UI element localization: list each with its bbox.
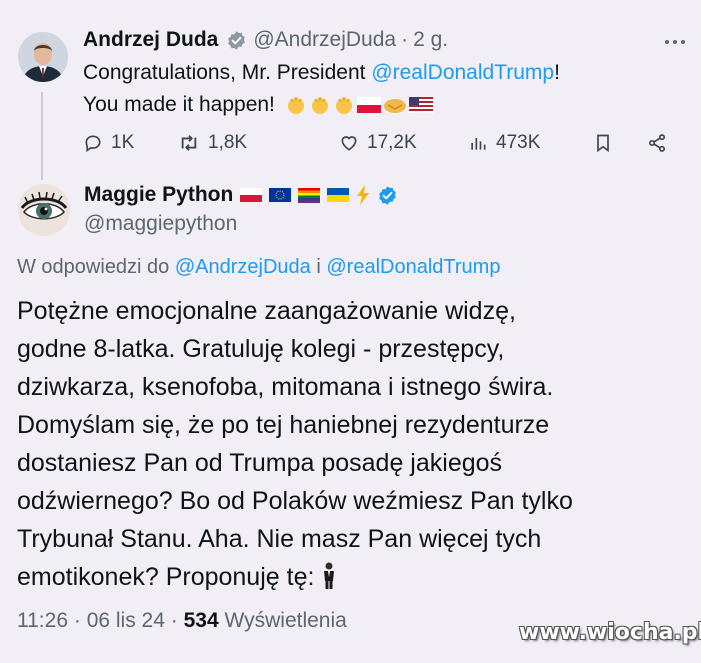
bookmark-button[interactable] bbox=[594, 130, 612, 156]
tweet1-line2-text: You made it happen! bbox=[83, 93, 275, 116]
man-in-suit-icon bbox=[324, 562, 335, 589]
tweet2-time[interactable]: 11:26 bbox=[17, 609, 68, 632]
verified-badge-icon bbox=[226, 30, 247, 51]
tweet2-views-label: Wyświetlenia bbox=[224, 609, 347, 632]
rainbow-flag-icon bbox=[298, 187, 321, 203]
views-count: 473K bbox=[496, 132, 541, 153]
mention-link[interactable]: @realDonaldTrump bbox=[371, 61, 554, 84]
reply-joiner: i bbox=[310, 256, 327, 278]
tweet1-action-bar: 1K 1,8K 17,2K 473K bbox=[83, 130, 683, 156]
bookmark-icon bbox=[597, 134, 609, 153]
tweet2-body: Potężne emocjonalne zaangażowanie widzę,… bbox=[17, 292, 687, 596]
tweet2-views-count: 534 bbox=[183, 609, 219, 632]
more-options-icon[interactable] bbox=[662, 32, 688, 52]
emoji-group bbox=[285, 94, 433, 116]
repost-count: 1,8K bbox=[208, 132, 248, 153]
thread-connector-line bbox=[41, 92, 43, 180]
ukraine-flag-icon bbox=[327, 188, 350, 202]
repost-button[interactable]: 1,8K bbox=[178, 130, 247, 156]
poland-flag-icon bbox=[240, 188, 263, 202]
like-button[interactable]: 17,2K bbox=[339, 130, 417, 156]
repost-icon bbox=[181, 135, 197, 151]
clapping-hands-icon bbox=[287, 97, 304, 115]
tweet2-author-name[interactable]: Maggie Python bbox=[84, 183, 233, 207]
eu-flag-icon bbox=[269, 188, 292, 202]
tweet2-date[interactable]: 06 lis 24 bbox=[87, 609, 165, 632]
tweet1-line1-end: ! bbox=[554, 61, 560, 84]
tweet2-handle[interactable]: @maggiepython bbox=[84, 212, 237, 236]
tweet2-body-line: Domyślam się, że po tej haniebnej rezyde… bbox=[17, 411, 550, 439]
reply-prefix: W odpowiedzi do bbox=[17, 256, 175, 278]
views-button[interactable]: 473K bbox=[468, 130, 540, 156]
andrzej-duda-avatar[interactable] bbox=[18, 32, 68, 82]
reply-context: W odpowiedzi do @AndrzejDuda i @realDona… bbox=[17, 256, 500, 279]
tweet2-body-line: dziwkarza, ksenofoba, mitomana i istnego… bbox=[17, 373, 554, 401]
lightning-bolt-icon bbox=[357, 185, 370, 205]
maggie-python-avatar[interactable] bbox=[18, 184, 70, 236]
tweet2-body-line: odźwiernego? Bo od Polaków weźmiesz Pan … bbox=[17, 487, 573, 515]
separator-dot: · bbox=[170, 609, 178, 632]
separator-dot: · bbox=[401, 28, 409, 51]
tweet2-body-line: godne 8-latka. Gratuluję kolegi - przest… bbox=[17, 335, 505, 363]
tweet2-body-last-line: emotikonek? Proponuję tę: bbox=[17, 558, 687, 596]
views-chart-icon bbox=[471, 138, 486, 150]
handshake-icon bbox=[383, 99, 406, 114]
clapping-hands-icon bbox=[335, 97, 352, 115]
share-icon bbox=[649, 134, 665, 152]
usa-flag-icon bbox=[408, 97, 433, 114]
heart-icon bbox=[341, 136, 357, 151]
reply-mention-trump[interactable]: @realDonaldTrump bbox=[326, 256, 500, 278]
tweet1-line1-text: Congratulations, Mr. President bbox=[83, 61, 372, 84]
tweet2-body-line: dostaniesz Pan od Trumpa posadę jakiegoś bbox=[17, 449, 503, 477]
site-watermark: www.wiocha.pl bbox=[519, 620, 701, 645]
reply-mention-duda[interactable]: @AndrzejDuda bbox=[175, 256, 311, 278]
tweet2-body-line: Potężne emocjonalne zaangażowanie widzę, bbox=[17, 297, 516, 325]
reply-icon bbox=[85, 135, 101, 153]
like-count: 17,2K bbox=[367, 132, 417, 153]
tweet1-text: Congratulations, Mr. President @realDona… bbox=[83, 57, 683, 121]
tweet1-author-name[interactable]: Andrzej Duda bbox=[83, 28, 218, 52]
tweet2-header: Maggie Python bbox=[84, 181, 398, 209]
tweet2-body-line: Trybunał Stanu. Aha. Nie masz Pan więcej… bbox=[17, 525, 542, 553]
tweet1-handle[interactable]: @AndrzejDuda bbox=[253, 28, 396, 52]
verified-badge-icon bbox=[379, 185, 397, 205]
tweet1-header: Andrzej Duda @AndrzejDuda · 2 g. bbox=[83, 27, 448, 53]
tweet2-body-line: emotikonek? Proponuję tę: bbox=[17, 563, 322, 591]
clapping-hands-icon bbox=[311, 97, 328, 115]
separator-dot: · bbox=[73, 609, 81, 632]
poland-flag-icon bbox=[356, 97, 381, 114]
tweet-thread-screenshot: Andrzej Duda @AndrzejDuda · 2 g. Congrat… bbox=[0, 0, 701, 663]
reply-count: 1K bbox=[111, 132, 135, 153]
tweet1-timestamp[interactable]: 2 g. bbox=[413, 28, 448, 52]
reply-button[interactable]: 1K bbox=[83, 130, 134, 156]
tweet2-metadata: 11:26 · 06 lis 24 · 534 Wyświetlenia bbox=[17, 609, 347, 633]
share-button[interactable] bbox=[647, 130, 667, 156]
